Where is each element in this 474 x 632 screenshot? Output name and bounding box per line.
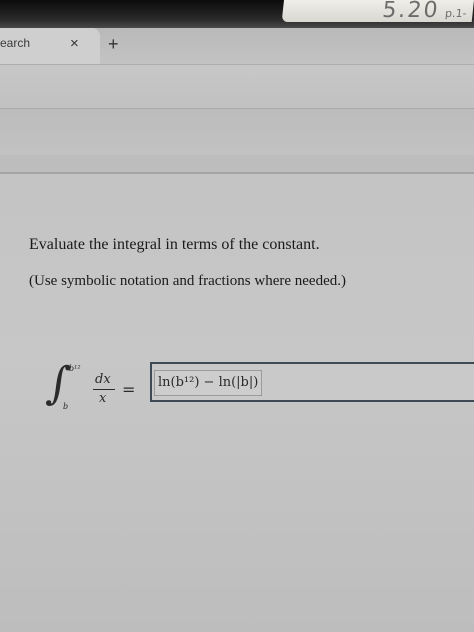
sticker-note: 5.20 p.1-: [281, 0, 474, 25]
sticker-text: 5.20 p.1-: [381, 0, 468, 25]
sticker-small: p.1-: [444, 7, 468, 20]
fraction-denominator: x: [99, 391, 107, 406]
page-toolbar: [0, 108, 474, 155]
question-instruction: (Use symbolic notation and fractions whe…: [29, 273, 346, 289]
fraction-bar: [93, 389, 115, 390]
equals-sign: =: [122, 380, 136, 399]
answer-value: ln(b¹²) − ln(|b|): [158, 375, 259, 390]
close-icon[interactable]: ×: [70, 35, 79, 52]
question-panel: Evaluate the integral in terms of the co…: [0, 174, 474, 632]
browser-tabstrip: earch × +: [0, 28, 474, 64]
question-prompt: Evaluate the integral in terms of the co…: [29, 236, 320, 253]
sticker-main: 5.20: [381, 0, 441, 23]
upper-limit: b¹²: [69, 364, 81, 373]
browser-tab[interactable]: earch ×: [0, 28, 100, 64]
fraction-numerator: dx: [95, 372, 111, 387]
answer-input[interactable]: ln(b¹²) − ln(|b|): [150, 362, 474, 402]
new-tab-icon[interactable]: +: [108, 34, 119, 55]
monitor-bezel: 5.20 p.1-: [0, 0, 474, 28]
tab-title: earch: [0, 36, 31, 50]
answer-expression[interactable]: ln(b¹²) − ln(|b|): [154, 370, 263, 396]
address-bar-area: [0, 64, 474, 109]
integral-expression: ∫ b¹² b dx x =: [44, 358, 157, 414]
lower-limit: b: [63, 402, 69, 411]
